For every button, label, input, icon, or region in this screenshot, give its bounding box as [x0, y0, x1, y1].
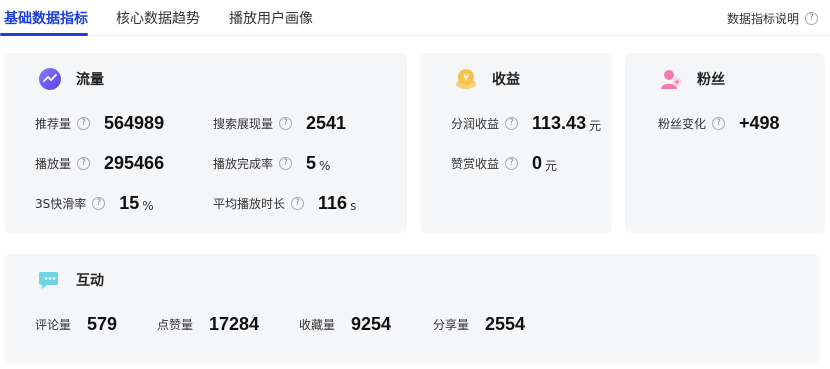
help-icon[interactable]: ? — [279, 117, 293, 130]
metric-completion-rate: 播放完成率 ? 5 % — [213, 153, 330, 174]
income-title: 收益 — [492, 72, 520, 88]
metric-value: 295466 — [104, 153, 165, 173]
traffic-icon — [38, 67, 62, 91]
metric-likes: 点赞量 17284 — [157, 314, 259, 335]
tab-basic-metrics[interactable]: 基础数据指标 — [4, 8, 88, 28]
metric-value: 2554 — [485, 314, 526, 334]
money-icon: ¥ — [454, 67, 478, 91]
tab-user-profile[interactable]: 播放用户画像 — [229, 8, 313, 28]
metric-unit: s — [350, 198, 357, 213]
metric-label: 播放量 — [35, 157, 72, 171]
interaction-card: 互动 评论量 579 点赞量 17284 收藏量 9254 分享量 2554 — [4, 254, 820, 364]
fans-title: 粉丝 — [697, 72, 725, 88]
metric-shares: 分享量 2554 — [433, 314, 525, 335]
metric-profit-share: 分润收益 ? 113.43 元 — [451, 113, 601, 134]
metric-label: 搜索展现量 — [213, 117, 274, 131]
metrics-help-label: 数据指标说明 — [726, 12, 799, 26]
metric-label: 平均播放时长 — [213, 197, 286, 211]
question-circle-icon: ? — [805, 12, 818, 25]
metric-value: 116 — [318, 193, 348, 213]
metric-label: 赞赏收益 — [451, 157, 500, 171]
svg-text:¥: ¥ — [463, 73, 469, 84]
metric-favorites: 收藏量 9254 — [299, 314, 391, 335]
help-icon[interactable]: ? — [505, 117, 519, 130]
metric-value: 15 — [119, 193, 140, 213]
metric-value: +498 — [739, 113, 780, 133]
metric-comments: 评论量 579 — [35, 314, 117, 335]
interaction-card-header: 互动 — [38, 268, 104, 292]
help-icon[interactable]: ? — [77, 157, 91, 170]
fans-icon — [659, 67, 683, 91]
metric-avg-play-duration: 平均播放时长 ? 116 s — [213, 193, 356, 214]
help-icon[interactable]: ? — [505, 157, 519, 170]
metric-label: 播放完成率 — [213, 157, 274, 171]
metric-label: 收藏量 — [299, 318, 336, 332]
traffic-card-header: 流量 — [38, 67, 104, 91]
help-icon[interactable]: ? — [77, 117, 91, 130]
help-icon[interactable]: ? — [92, 197, 106, 210]
tab-bar: 基础数据指标 核心数据趋势 播放用户画像 数据指标说明 ? — [0, 0, 830, 36]
interaction-title: 互动 — [76, 273, 104, 289]
help-icon[interactable]: ? — [291, 197, 305, 210]
metric-plays: 播放量 ? 295466 — [35, 153, 164, 174]
metric-unit: 元 — [545, 159, 558, 173]
metric-unit: % — [319, 158, 331, 173]
metric-label: 分润收益 — [451, 117, 500, 131]
metric-label: 点赞量 — [157, 318, 194, 332]
chat-icon — [38, 268, 62, 292]
metric-value: 5 — [306, 153, 317, 173]
traffic-title: 流量 — [76, 72, 104, 88]
metrics-help-link[interactable]: 数据指标说明 ? — [727, 10, 818, 27]
metric-recommend: 推荐量 ? 564989 — [35, 113, 164, 134]
metric-value: 564989 — [104, 113, 165, 133]
metric-value: 9254 — [351, 314, 392, 334]
metric-value: 113.43 — [532, 113, 587, 133]
active-tab-indicator — [0, 33, 88, 36]
help-icon[interactable]: ? — [712, 117, 726, 130]
metric-unit: % — [142, 198, 154, 213]
metric-3s-swipe-rate: 3S快滑率 ? 15 % — [35, 193, 154, 214]
help-icon[interactable]: ? — [279, 157, 293, 170]
metric-label: 评论量 — [35, 318, 72, 332]
metric-value: 0 — [532, 153, 543, 173]
income-card-header: ¥ 收益 — [454, 67, 520, 91]
metric-fans-change: 粉丝变化 ? +498 — [658, 113, 780, 134]
fans-card: 粉丝 粉丝变化 ? +498 — [625, 53, 825, 233]
metric-label: 推荐量 — [35, 117, 72, 131]
metric-value: 579 — [87, 314, 118, 334]
tab-core-trends[interactable]: 核心数据趋势 — [116, 8, 200, 28]
metric-label: 3S快滑率 — [35, 197, 87, 211]
metric-value: 17284 — [209, 314, 260, 334]
metric-label: 分享量 — [433, 318, 470, 332]
fans-card-header: 粉丝 — [659, 67, 725, 91]
income-card: ¥ 收益 分润收益 ? 113.43 元 赞赏收益 ? 0 元 — [420, 53, 612, 233]
metric-value: 2541 — [306, 113, 347, 133]
metric-search-impressions: 搜索展现量 ? 2541 — [213, 113, 346, 134]
metric-label: 粉丝变化 — [658, 117, 707, 131]
traffic-card: 流量 推荐量 ? 564989 搜索展现量 ? 2541 播放量 ? 29546… — [4, 53, 407, 233]
metric-tips: 赞赏收益 ? 0 元 — [451, 153, 557, 174]
metric-unit: 元 — [589, 119, 602, 133]
